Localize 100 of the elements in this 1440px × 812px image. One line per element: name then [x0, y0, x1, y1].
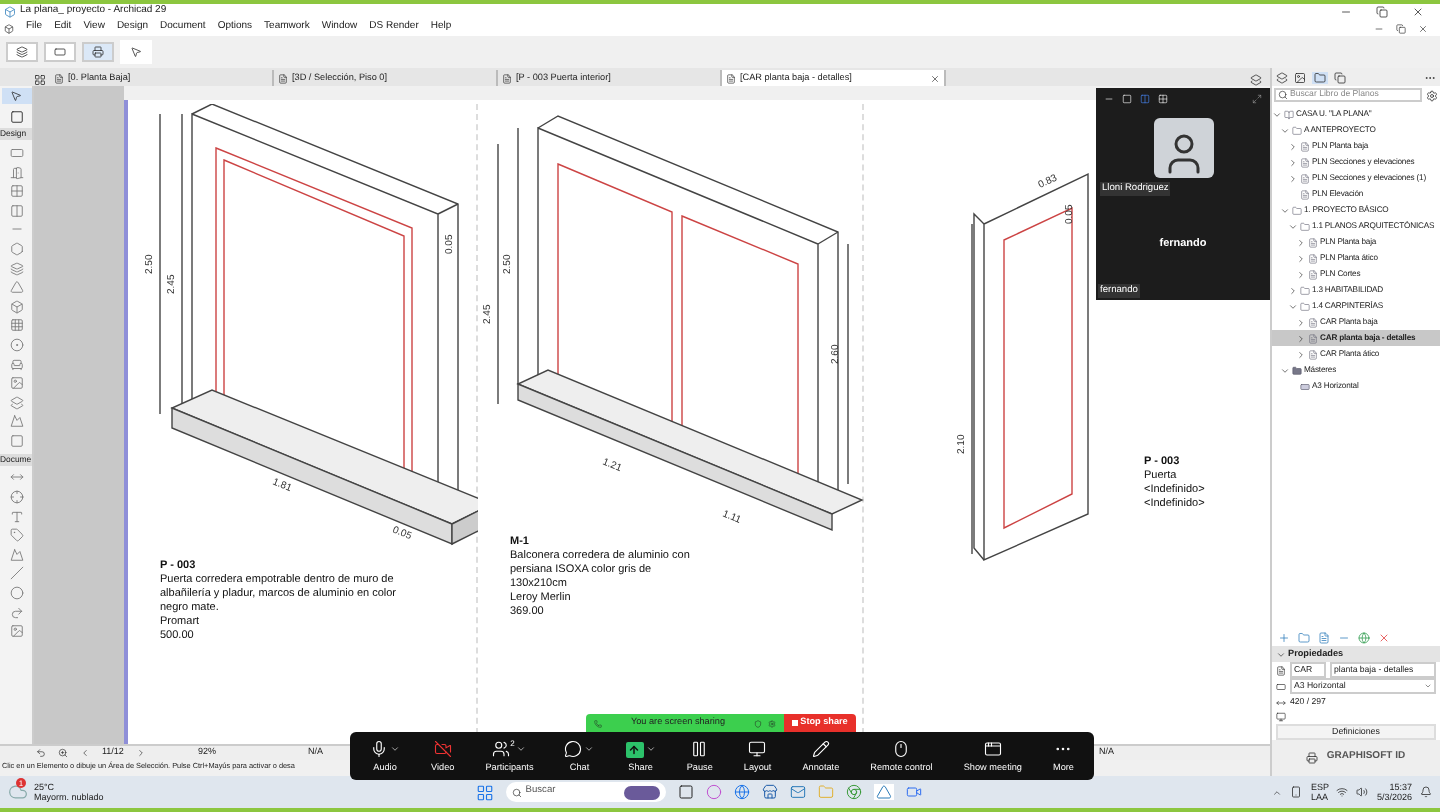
- mouse-icon: [892, 740, 911, 759]
- layout-icon: [748, 740, 767, 759]
- folder-icon[interactable]: [1298, 631, 1310, 643]
- browser-icon[interactable]: [733, 784, 750, 800]
- armchair-icon[interactable]: [9, 357, 23, 372]
- mountain-icon[interactable]: [9, 414, 23, 429]
- restore-icon[interactable]: [1396, 23, 1406, 33]
- circle-icon[interactable]: [9, 586, 23, 601]
- crosshair-icon[interactable]: [9, 490, 23, 505]
- door-icon[interactable]: [9, 165, 23, 180]
- label-icon[interactable]: [9, 528, 23, 543]
- layers-icon[interactable]: [9, 261, 23, 276]
- start-icon[interactable]: [475, 783, 494, 801]
- folder-icon: [1292, 205, 1302, 215]
- printer-icon: [92, 46, 104, 58]
- globe-icon[interactable]: [1358, 631, 1370, 643]
- sheet-icon: [1308, 237, 1318, 247]
- chat-icon: [564, 740, 583, 759]
- grid-view-icon: [34, 74, 46, 86]
- toolbar-button[interactable]: [6, 42, 38, 62]
- folder-icon: [1300, 221, 1310, 231]
- phone-icon: [594, 719, 602, 727]
- folder-icon: [1300, 285, 1310, 295]
- view-icon: [502, 73, 512, 83]
- layout-sheet-icon: [1300, 381, 1310, 391]
- image-icon[interactable]: [1294, 71, 1306, 83]
- pointer-icon: [10, 90, 22, 102]
- text-icon[interactable]: [9, 509, 23, 524]
- square-icon[interactable]: [9, 433, 23, 448]
- search-highlight-picture: [623, 785, 660, 799]
- zoom-icon[interactable]: [58, 748, 68, 758]
- speaker-icon[interactable]: [1356, 786, 1369, 798]
- speaker-view-icon[interactable]: [1122, 93, 1132, 103]
- sheet-icon: [1308, 317, 1318, 327]
- box-icon[interactable]: [9, 299, 23, 314]
- chevron-down-icon[interactable]: [1280, 365, 1290, 375]
- chevron-down-icon[interactable]: [1288, 301, 1298, 311]
- line-icon[interactable]: [9, 566, 23, 581]
- expand-icon[interactable]: [1252, 93, 1262, 103]
- display-icon: [1276, 712, 1286, 722]
- device-icon[interactable]: [1290, 786, 1303, 798]
- notification-icon[interactable]: [1420, 786, 1432, 798]
- sheet-icon: [1308, 269, 1318, 279]
- search-icon: [1278, 90, 1288, 100]
- previous-icon[interactable]: [80, 748, 90, 758]
- view-icon: [54, 73, 64, 83]
- close-icon[interactable]: [1412, 6, 1424, 18]
- sheet-icon: [1308, 349, 1318, 359]
- window-icon: [983, 740, 1002, 759]
- circle-dot-icon[interactable]: [9, 338, 23, 353]
- strip-view-icon[interactable]: [1140, 93, 1150, 103]
- toolbar-button[interactable]: [44, 42, 76, 62]
- settings-icon[interactable]: [768, 719, 776, 727]
- toolbar-button[interactable]: [82, 42, 114, 62]
- minus-icon[interactable]: [1338, 631, 1350, 643]
- chevron-up-icon[interactable]: [1272, 787, 1283, 797]
- printer-icon[interactable]: [1306, 752, 1319, 764]
- copy-icon[interactable]: [1334, 71, 1346, 83]
- rectangle-icon[interactable]: [9, 146, 23, 161]
- dimension-icon[interactable]: [9, 470, 23, 485]
- window-icon[interactable]: [9, 184, 23, 199]
- column-icon[interactable]: [9, 203, 23, 218]
- view-icon: [278, 73, 288, 83]
- settings-icon[interactable]: [1426, 89, 1438, 101]
- gallery-view-icon[interactable]: [1158, 93, 1168, 103]
- pointer-icon: [130, 46, 142, 58]
- wifi-icon[interactable]: [1336, 786, 1349, 798]
- video-call-icon[interactable]: [905, 784, 922, 800]
- hexagon-icon[interactable]: [9, 242, 23, 257]
- caret-icon: [516, 744, 527, 755]
- caret-icon: [584, 744, 595, 755]
- task-view-icon[interactable]: [677, 784, 694, 800]
- fill-icon[interactable]: [9, 547, 23, 562]
- store-icon[interactable]: [761, 784, 778, 800]
- sheet-icon[interactable]: [1318, 631, 1330, 643]
- undo-icon[interactable]: [36, 748, 46, 758]
- restore-icon[interactable]: [1376, 6, 1388, 18]
- pencil-icon: [811, 740, 830, 759]
- minimize-icon[interactable]: [1340, 6, 1352, 18]
- minimize-icon[interactable]: [1374, 23, 1384, 33]
- delete-icon[interactable]: [1378, 631, 1390, 643]
- next-icon[interactable]: [135, 748, 146, 758]
- toolbar-button[interactable]: [120, 40, 152, 64]
- layout-book-tab[interactable]: [1312, 71, 1328, 83]
- triangle-icon[interactable]: [9, 280, 23, 295]
- search-icon: [511, 787, 522, 797]
- folder-icon: [1292, 125, 1302, 135]
- stacked-layers-icon[interactable]: [9, 395, 23, 410]
- marquee-icon[interactable]: [9, 109, 23, 124]
- arc-icon[interactable]: [9, 605, 23, 620]
- mail-icon[interactable]: [789, 784, 806, 800]
- layers-icon[interactable]: [1276, 71, 1288, 83]
- sheet-icon: [1276, 665, 1286, 675]
- tool-button[interactable]: [1, 88, 31, 104]
- app-logo-icon: [4, 6, 16, 18]
- grid-icon[interactable]: [9, 318, 23, 333]
- minimize-icon[interactable]: [1104, 93, 1114, 103]
- microphone-icon: [370, 740, 388, 759]
- view-icon: [726, 73, 736, 83]
- add-sheet-icon[interactable]: [1278, 631, 1290, 643]
